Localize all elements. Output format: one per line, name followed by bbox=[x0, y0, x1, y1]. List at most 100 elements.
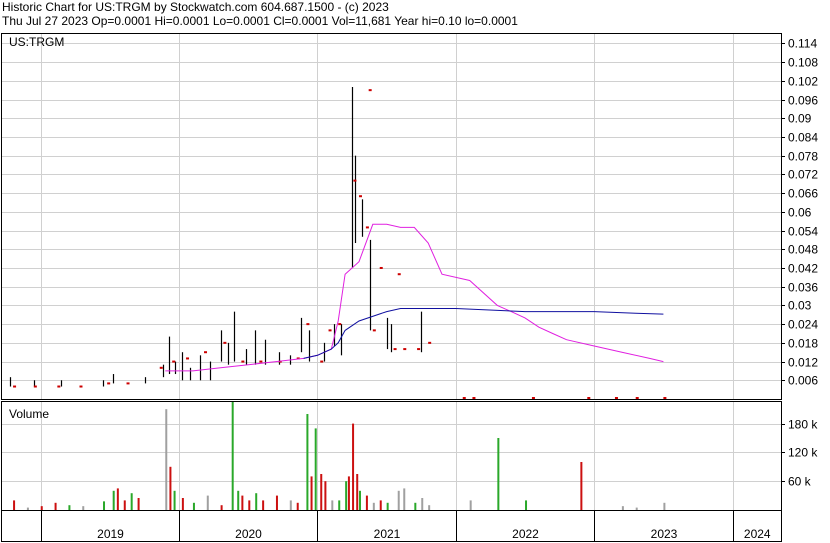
close-tick bbox=[159, 366, 163, 369]
price-tick-label: 0.048 bbox=[788, 243, 818, 257]
close-tick bbox=[107, 382, 111, 385]
volume-bar bbox=[165, 409, 168, 510]
volume-bar bbox=[296, 502, 299, 510]
close-tick bbox=[353, 179, 357, 182]
volume-bar bbox=[206, 495, 209, 510]
price-tick-label: 0.114 bbox=[788, 37, 817, 51]
close-tick bbox=[614, 397, 618, 399]
volume-panel-title: Volume bbox=[9, 407, 49, 421]
volume-tick-label: 120 k bbox=[788, 446, 818, 460]
close-tick bbox=[472, 397, 476, 399]
volume-grid bbox=[2, 402, 781, 510]
close-tick bbox=[393, 348, 397, 351]
year-label: 2024 bbox=[744, 527, 771, 541]
volume-bar bbox=[414, 502, 417, 510]
close-tick bbox=[186, 357, 190, 360]
volume-bar bbox=[192, 502, 195, 510]
volume-bar bbox=[347, 476, 350, 510]
close-tick bbox=[57, 385, 61, 388]
price-tick-label: 0.036 bbox=[788, 281, 818, 295]
price-tick-label: 0.012 bbox=[788, 356, 818, 370]
time-axis-labels: 2019 2020 2021 2022 2023 2024 bbox=[41, 510, 771, 541]
close-tick bbox=[13, 385, 17, 388]
volume-bar bbox=[116, 488, 119, 510]
volume-bar bbox=[324, 481, 327, 510]
volume-tick-label: 180 k bbox=[788, 418, 818, 432]
year-label: 2020 bbox=[235, 527, 262, 541]
volume-bar bbox=[379, 500, 382, 510]
year-label: 2019 bbox=[97, 527, 124, 541]
volume-bar bbox=[621, 506, 624, 510]
volume-bar bbox=[103, 501, 106, 510]
moving-average-short-line bbox=[165, 223, 664, 372]
close-tick bbox=[397, 273, 401, 276]
volume-bar bbox=[123, 500, 126, 510]
volume-bar bbox=[13, 500, 16, 510]
volume-bar bbox=[358, 490, 361, 510]
close-tick bbox=[79, 385, 83, 388]
volume-bar bbox=[403, 488, 406, 510]
volume-bar bbox=[372, 502, 375, 510]
close-tick bbox=[33, 385, 37, 388]
volume-bar bbox=[314, 428, 317, 510]
volume-bar bbox=[248, 500, 251, 510]
volume-bar bbox=[338, 500, 341, 510]
close-tick bbox=[126, 382, 130, 385]
close-tick bbox=[328, 329, 332, 332]
volume-bar bbox=[255, 493, 258, 510]
close-tick bbox=[259, 360, 263, 363]
close-tick bbox=[172, 360, 176, 363]
close-tick bbox=[428, 341, 432, 344]
close-tick bbox=[358, 195, 362, 198]
volume-bar bbox=[580, 462, 583, 510]
price-tick-label: 0.072 bbox=[788, 168, 818, 182]
volume-bar bbox=[289, 500, 292, 510]
price-tick-label: 0.054 bbox=[788, 225, 818, 239]
volume-bar bbox=[397, 490, 400, 510]
volume-bar bbox=[54, 502, 57, 510]
close-tick bbox=[306, 323, 310, 326]
close-tick bbox=[587, 397, 591, 399]
year-label: 2022 bbox=[512, 527, 539, 541]
volume-bar bbox=[181, 498, 184, 510]
price-close-ticks bbox=[13, 89, 667, 399]
volume-bar bbox=[82, 506, 85, 510]
price-panel-title: US:TRGM bbox=[9, 35, 64, 49]
price-bars bbox=[9, 87, 423, 387]
close-tick bbox=[223, 341, 227, 344]
volume-bar bbox=[497, 438, 500, 510]
close-tick bbox=[241, 360, 245, 363]
close-tick bbox=[462, 397, 466, 399]
volume-bar bbox=[137, 498, 140, 510]
moving-average-long-line bbox=[303, 308, 664, 359]
stock-chart: 0.114 0.108 0.102 0.096 0.09 0.084 0.078 0.072 0… bbox=[1, 33, 818, 542]
volume-bar bbox=[469, 500, 472, 510]
close-tick bbox=[379, 266, 383, 269]
price-tick-label: 0.018 bbox=[788, 337, 818, 351]
volume-bar bbox=[356, 474, 359, 510]
volume-bar bbox=[331, 500, 334, 510]
price-tick-label: 0.06 bbox=[788, 206, 812, 220]
close-tick bbox=[635, 397, 639, 399]
volume-bar bbox=[173, 490, 176, 510]
price-tick-label: 0.09 bbox=[788, 112, 812, 126]
volume-bar bbox=[635, 507, 638, 510]
chart-page: Historic Chart for US:TRGM by Stockwatch… bbox=[0, 0, 830, 543]
volume-axis: 180 k 120 k 60 k bbox=[781, 418, 818, 489]
volume-bar bbox=[365, 495, 368, 510]
close-tick bbox=[365, 226, 369, 229]
volume-bar bbox=[169, 466, 172, 510]
volume-bar bbox=[320, 474, 323, 510]
volume-bar bbox=[26, 507, 29, 510]
price-tick-label: 0.03 bbox=[788, 299, 812, 313]
close-tick bbox=[368, 89, 372, 92]
volume-bar bbox=[262, 500, 265, 510]
volume-bar bbox=[421, 498, 424, 510]
price-tick-label: 0.042 bbox=[788, 262, 818, 276]
volume-bar bbox=[345, 481, 348, 510]
year-label: 2023 bbox=[651, 527, 678, 541]
close-tick bbox=[372, 329, 376, 332]
close-tick bbox=[320, 360, 324, 363]
volume-bar bbox=[130, 493, 133, 510]
volume-bar bbox=[231, 402, 234, 510]
